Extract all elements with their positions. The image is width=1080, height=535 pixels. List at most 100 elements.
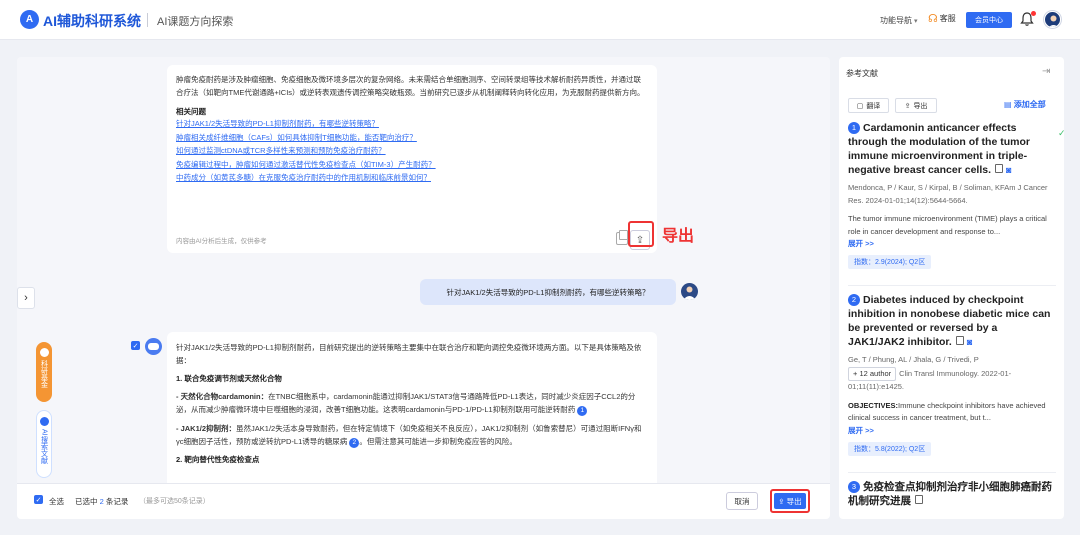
translate-label: 翻译 (866, 102, 881, 110)
selected-number: 2 (99, 497, 104, 506)
export-button-label: 导出 (786, 496, 802, 506)
reference-title[interactable]: 2 Diabetes induced by checkpoint inhibiti… (848, 293, 1056, 349)
search-icon (39, 417, 49, 426)
answer-intro: 针对JAK1/2失活导致的PD-L1抑制剂耐药，目前研究提出的逆转策略主要集中在… (176, 343, 642, 365)
brand-divider (147, 13, 148, 27)
reference-title[interactable]: 3 免疫检查点抑制剂治疗非小细胞肺癌耐药机制研究进展 (848, 480, 1056, 508)
copy-icon[interactable] (915, 495, 923, 504)
reference-abstract: The tumor immune microenvironment (TIME)… (848, 214, 1047, 236)
copy-icon[interactable] (616, 230, 628, 245)
reference-authors: Ge, T / Phung, AL / Jhala, G / Trivedi, … (848, 354, 1056, 394)
related-question-link[interactable]: 针对JAK1/2失活导致的PD-L1抑制剂耐药，有哪些逆转策略？ (176, 117, 648, 131)
answer-item-label: - 天然化合物cardamonin： (176, 392, 269, 401)
reference-title[interactable]: 1 Cardamonin anticancer effects through t… (848, 121, 1056, 177)
add-all-button[interactable]: ▤ 添加全部 (1004, 99, 1046, 110)
more-authors-badge[interactable]: + 12 author (848, 366, 897, 381)
collapse-panel-icon[interactable]: ⇥ (1042, 66, 1050, 77)
customer-service-label: 客服 (939, 14, 956, 23)
abstract-label: OBJECTIVES: (848, 400, 899, 410)
copy-icon[interactable] (995, 164, 1003, 173)
expand-sidebar-button[interactable]: › (17, 287, 35, 309)
reference-author-list: Ge, T / Phung, AL / Jhala, G / Trivedi, … (848, 355, 979, 364)
export-button-highlight: ⇪ 导出 (770, 489, 810, 513)
export-annotation: 导出 (662, 228, 695, 245)
top-bar: A AI辅助科研系统 AI课题方向探索 功能导航 ▾ ☊ 客服 会员中心 (0, 0, 1080, 40)
notification-dot (1031, 11, 1036, 16)
function-nav-menu[interactable]: 功能导航 ▾ (880, 15, 918, 26)
citation-badge[interactable]: 1 (577, 406, 588, 416)
ai-search-literature-tab[interactable]: AI搜索文献 (36, 410, 52, 478)
impact-factor-badge: 指数：5.8(2022); Q2区 (848, 441, 932, 456)
reference-item: 1 Cardamonin anticancer effects through t… (848, 121, 1056, 269)
answer-card-previous: 肿瘤免疫耐药是涉及肿瘤细胞、免疫细胞及微环境多层次的复杂网络。未来需结合单细胞测… (167, 65, 657, 253)
export-button[interactable]: ⇪ 导出 (774, 493, 806, 509)
library-icon[interactable]: ◙ (967, 335, 972, 349)
references-title: 参考文献 (846, 69, 878, 78)
expand-abstract-link[interactable]: 展开 >> (848, 238, 1056, 249)
references-export-button[interactable]: ⇪ 导出 (895, 98, 937, 113)
answer-item-label: - JAK1/2抑制剂： (176, 424, 237, 433)
reference-authors: Mendonca, P / Kaur, S / Kirpal, B / Soli… (848, 183, 1048, 205)
reference-title-text: Diabetes induced by checkpoint inhibitio… (848, 294, 1051, 348)
select-all-checkbox[interactable]: ✓ (34, 495, 43, 504)
fund-icon (39, 348, 49, 357)
selected-count: 已选中 2 条记录 (75, 496, 128, 507)
translate-icon: ▢ (856, 102, 864, 110)
selected-suffix: 条记录 (105, 497, 129, 506)
reference-number: 3 (848, 481, 860, 493)
expand-abstract-link[interactable]: 展开 >> (848, 425, 1056, 436)
member-center-button[interactable]: 会员中心 (966, 12, 1012, 28)
answer-paragraph: 肿瘤免疫耐药是涉及肿瘤细胞、免疫细胞及微环境多层次的复杂网络。未来需结合单细胞测… (176, 75, 645, 97)
reference-title-text: 免疫检查点抑制剂治疗非小细胞肺癌耐药机制研究进展 (848, 481, 1052, 507)
page-title: AI课题方向探索 (157, 16, 234, 28)
references-export-label: 导出 (913, 102, 928, 110)
customer-service-button[interactable]: ☊ 客服 (928, 12, 956, 25)
chevron-right-icon: › (24, 292, 28, 304)
library-icon[interactable]: ◙ (1006, 163, 1011, 177)
divider (848, 285, 1056, 286)
citation-badge[interactable]: 2 (349, 438, 360, 448)
answer-item: - JAK1/2抑制剂：虽然JAK1/2失活本身导致耐药，但在特定情境下（如免疫… (176, 422, 648, 448)
reference-item: 2 Diabetes induced by checkpoint inhibiti… (848, 293, 1056, 456)
related-question-link[interactable]: 如何通过监测ctDNA或TCR多样性来预测和预防免疫治疗耐药？ (176, 144, 648, 158)
related-question-link[interactable]: 中药成分（如黄芪多糖）在克服免疫治疗耐药中的作用机制和临床前景如何？ (176, 171, 648, 185)
user-question-text: 针对JAK1/2失活导致的PD-L1抑制剂耐药，有哪些逆转策略？ (446, 287, 650, 297)
answer-select-checkbox[interactable]: ✓ (131, 341, 140, 350)
upload-icon: ⇪ (904, 102, 911, 110)
references-panel: 参考文献 ⇥ ▢ 翻译 ⇪ 导出 ▤ 添加全部 1 Cardamonin antica… (839, 57, 1064, 519)
research-fund-tab[interactable]: 科研基金 (36, 342, 52, 402)
headset-icon: ☊ (928, 13, 938, 25)
document-icon: ▤ (1004, 100, 1012, 109)
selection-limit: （最多可选50条记录） (139, 498, 210, 505)
translate-button[interactable]: ▢ 翻译 (848, 98, 889, 113)
related-question-link[interactable]: 肿瘤相关成纤维细胞（CAFs）如何具体抑制T细胞功能，能否靶向治疗？ (176, 131, 648, 145)
reference-item: 3 免疫检查点抑制剂治疗非小细胞肺癌耐药机制研究进展 (848, 480, 1056, 508)
ai-search-literature-label: AI搜索文献 (40, 429, 48, 464)
user-avatar[interactable] (1044, 11, 1061, 28)
user-question-bubble: 针对JAK1/2失活导致的PD-L1抑制剂耐药，有哪些逆转策略？ (420, 279, 676, 305)
answer-section-heading: 2. 靶向替代性免疫检查点 (176, 455, 260, 464)
answer-item: - 天然化合物cardamonin：在TNBC细胞系中，cardamonin能通… (176, 390, 648, 416)
related-questions-title: 相关问题 (176, 107, 206, 116)
cancel-button[interactable]: 取消 (726, 492, 758, 510)
bot-avatar (145, 338, 162, 355)
function-nav-label: 功能导航 (880, 16, 912, 25)
divider (848, 472, 1056, 473)
related-question-link[interactable]: 免疫编辑过程中，肿瘤如何通过激活替代性免疫检查点（如TIM-3）产生耐药？ (176, 158, 648, 172)
logo-icon: A (20, 10, 39, 29)
leaf-icon: ✓ (1058, 128, 1066, 138)
reference-number: 2 (848, 294, 860, 306)
export-highlight-box (628, 221, 654, 247)
brand-title[interactable]: AI辅助科研系统 (43, 11, 141, 31)
user-avatar (681, 283, 698, 300)
answer-section-heading: 1. 联合免疫调节剂或天然化合物 (176, 374, 282, 383)
copy-icon[interactable] (955, 336, 964, 345)
upload-icon: ⇪ (778, 496, 785, 506)
answer-item-tail: 。但需注意其可能进一步抑制免疫应答的风险。 (359, 437, 517, 446)
reference-abstract: OBJECTIVES:Immune checkpoint inhibitors … (848, 400, 1056, 425)
add-all-label: 添加全部 (1013, 100, 1046, 109)
ai-disclaimer: 内容由AI分析后生成，仅供参考 (176, 238, 267, 245)
chevron-down-icon: ▾ (914, 18, 918, 25)
select-all-label[interactable]: 全选 (49, 496, 64, 507)
reference-number: 1 (848, 122, 860, 134)
